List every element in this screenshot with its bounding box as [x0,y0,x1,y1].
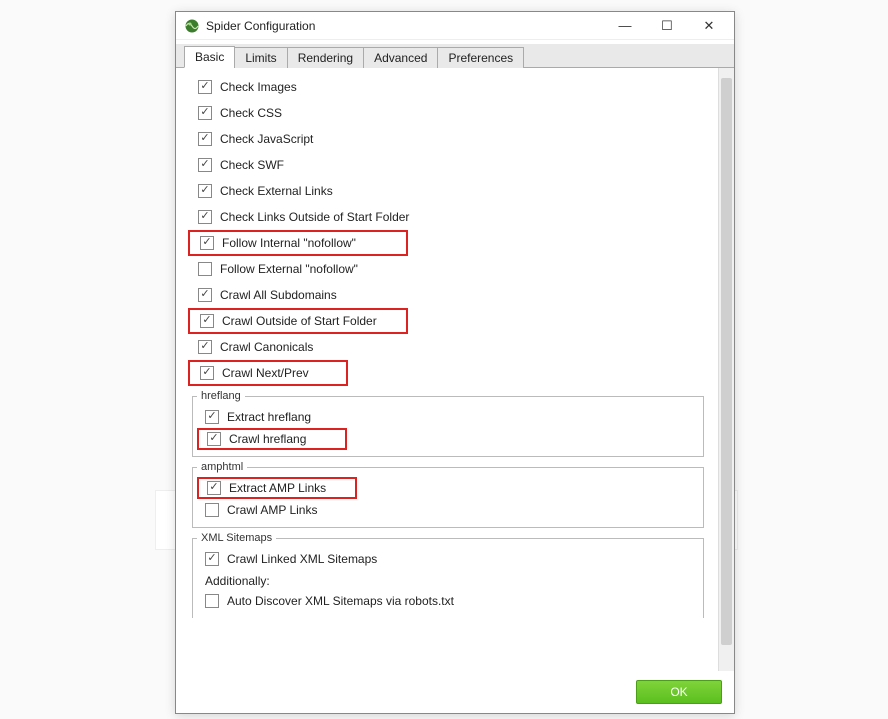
check-label: Auto Discover XML Sitemaps via robots.tx… [227,594,454,608]
spider-config-window: Spider Configuration — ☐ ✕ Basic Limits … [175,11,735,714]
window-controls: — ☐ ✕ [604,15,730,37]
check-css-row[interactable]: Check CSS [188,100,712,126]
checkbox-icon[interactable] [205,503,219,517]
checkbox-icon[interactable] [198,262,212,276]
tab-preferences[interactable]: Preferences [437,47,524,68]
checkbox-icon[interactable] [205,410,219,424]
check-label: Check SWF [220,158,284,172]
amphtml-group: amphtml Extract AMP Links Crawl AMP Link… [192,461,704,528]
amphtml-legend: amphtml [197,461,247,473]
check-label: Check JavaScript [220,132,313,146]
follow-internal-nofollow-row[interactable]: Follow Internal "nofollow" [188,230,408,256]
checkbox-icon[interactable] [198,80,212,94]
tab-basic[interactable]: Basic [184,46,235,68]
check-label: Check CSS [220,106,282,120]
ok-button[interactable]: OK [636,680,722,704]
checkbox-icon[interactable] [200,314,214,328]
crawl-subdomains-row[interactable]: Crawl All Subdomains [188,282,712,308]
maximize-button[interactable]: ☐ [646,15,688,37]
tab-label: Basic [195,50,224,64]
check-label: Follow External "nofollow" [220,262,358,276]
checkbox-icon[interactable] [198,210,212,224]
titlebar: Spider Configuration — ☐ ✕ [176,12,734,40]
crawl-hreflang-row[interactable]: Crawl hreflang [197,428,347,450]
hreflang-legend: hreflang [197,390,245,402]
close-button[interactable]: ✕ [688,15,730,37]
check-label: Crawl AMP Links [227,503,317,517]
checkbox-icon[interactable] [205,552,219,566]
check-label: Crawl Next/Prev [222,366,309,380]
crawl-canonicals-row[interactable]: Crawl Canonicals [188,334,712,360]
check-label: Check External Links [220,184,333,198]
extract-amp-row[interactable]: Extract AMP Links [197,477,357,499]
window-title: Spider Configuration [206,19,315,33]
content-panel: Check Images Check CSS Check JavaScript … [176,68,718,671]
crawl-outside-start-row[interactable]: Crawl Outside of Start Folder [188,308,408,334]
checkbox-icon[interactable] [198,288,212,302]
checkbox-icon[interactable] [198,184,212,198]
crawl-linked-xml-row[interactable]: Crawl Linked XML Sitemaps [197,548,699,570]
tab-label: Preferences [448,51,513,65]
hreflang-group: hreflang Extract hreflang Crawl hreflang [192,390,704,457]
check-label: Extract hreflang [227,410,311,424]
ok-label: OK [670,685,687,699]
additionally-label: Additionally: [197,570,699,590]
checkbox-icon[interactable] [200,236,214,250]
checkbox-icon[interactable] [207,432,221,446]
check-js-row[interactable]: Check JavaScript [188,126,712,152]
check-label: Crawl Linked XML Sitemaps [227,552,377,566]
checkbox-icon[interactable] [198,158,212,172]
auto-discover-xml-row[interactable]: Auto Discover XML Sitemaps via robots.tx… [197,590,699,612]
check-label: Crawl Canonicals [220,340,313,354]
checkbox-icon[interactable] [205,594,219,608]
checkbox-icon[interactable] [198,106,212,120]
follow-external-nofollow-row[interactable]: Follow External "nofollow" [188,256,712,282]
app-icon [184,18,200,34]
check-label: Crawl Outside of Start Folder [222,314,377,328]
minimize-button[interactable]: — [604,15,646,37]
check-label: Check Links Outside of Start Folder [220,210,409,224]
xml-sitemaps-group: XML Sitemaps Crawl Linked XML Sitemaps A… [192,532,704,618]
extract-hreflang-row[interactable]: Extract hreflang [197,406,699,428]
check-label: Check Images [220,80,297,94]
tabstrip: Basic Limits Rendering Advanced Preferen… [176,44,734,68]
check-label: Extract AMP Links [229,481,326,495]
crawl-next-prev-row[interactable]: Crawl Next/Prev [188,360,348,386]
check-links-outside-row[interactable]: Check Links Outside of Start Folder [188,204,712,230]
checkbox-icon[interactable] [198,340,212,354]
footer: OK [176,671,734,713]
checkbox-icon[interactable] [198,132,212,146]
tab-limits[interactable]: Limits [234,47,287,68]
check-images-row[interactable]: Check Images [188,74,712,100]
check-label: Crawl hreflang [229,432,306,446]
checkbox-icon[interactable] [200,366,214,380]
crawl-amp-row[interactable]: Crawl AMP Links [197,499,699,521]
check-label: Follow Internal "nofollow" [222,236,356,250]
tab-rendering[interactable]: Rendering [287,47,364,68]
checkbox-icon[interactable] [207,481,221,495]
xml-sitemaps-legend: XML Sitemaps [197,532,276,544]
tab-label: Limits [245,51,276,65]
scroll-thumb[interactable] [721,78,732,645]
content-wrap: Check Images Check CSS Check JavaScript … [176,68,734,671]
tab-advanced[interactable]: Advanced [363,47,438,68]
check-label: Crawl All Subdomains [220,288,337,302]
tab-label: Advanced [374,51,427,65]
tab-label: Rendering [298,51,353,65]
scrollbar[interactable] [718,68,734,671]
check-swf-row[interactable]: Check SWF [188,152,712,178]
check-external-links-row[interactable]: Check External Links [188,178,712,204]
